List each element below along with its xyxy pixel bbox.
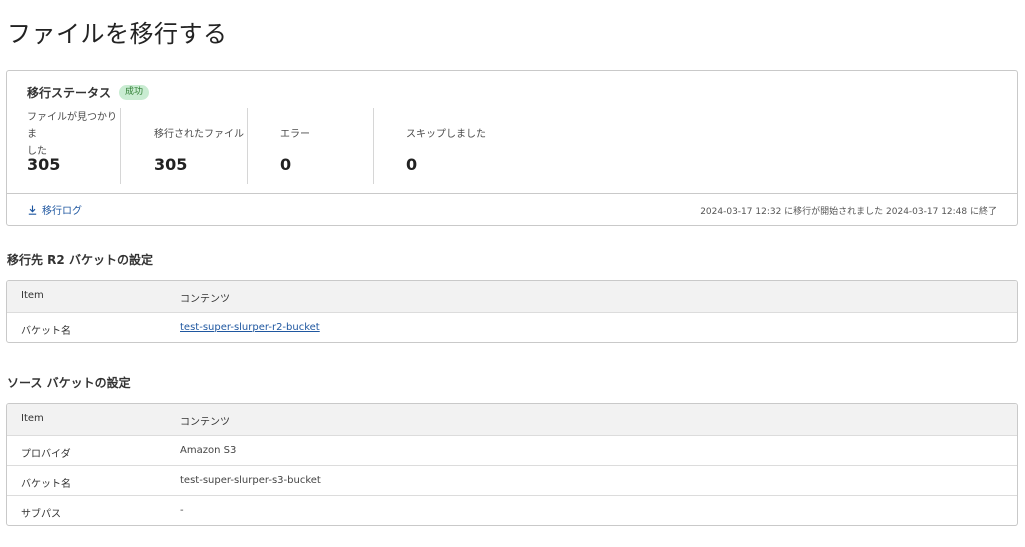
dest-bucket-link[interactable]: test-super-slurper-r2-bucket <box>180 322 320 333</box>
row-value: - <box>180 505 184 516</box>
stat-label: 移行されたファイル <box>154 129 244 140</box>
stat-skipped: スキップしました 0 <box>406 109 526 185</box>
column-header-item: Item <box>21 290 44 301</box>
table-row: バケット名 test-super-slurper-s3-bucket <box>7 465 1017 495</box>
stat-value: 0 <box>406 155 418 174</box>
stat-label: スキップしました <box>406 129 486 140</box>
status-header: 移行ステータス 成功 <box>27 84 150 101</box>
stat-errors: エラー 0 <box>280 109 370 185</box>
migration-log-label: 移行ログ <box>42 206 82 217</box>
dest-bucket-section-title: 移行先 R2 バケットの設定 <box>7 253 153 267</box>
column-header-content: コンテンツ <box>180 294 230 305</box>
row-key: サブパス <box>21 509 61 520</box>
table-row: バケット名 test-super-slurper-r2-bucket <box>7 312 1017 342</box>
migration-time-range: 2024-03-17 12:32 に移行が開始されました 2024-03-17 … <box>700 207 997 217</box>
stat-label-line1: ファイルが見つかりま <box>27 112 117 140</box>
dest-bucket-table: Item コンテンツ バケット名 test-super-slurper-r2-b… <box>6 280 1018 343</box>
download-icon <box>28 205 37 215</box>
migration-status-card: 移行ステータス 成功 ファイルが見つかりま した 305 移行されたファイル 3… <box>6 70 1018 226</box>
stat-label: ファイルが見つかりま した <box>27 109 125 160</box>
stat-label: エラー <box>280 129 310 140</box>
page-title: ファイルを移行する <box>7 20 228 48</box>
status-title: 移行ステータス <box>27 86 112 100</box>
stat-divider <box>120 108 121 184</box>
table-row: プロバイダ Amazon S3 <box>7 435 1017 465</box>
source-bucket-section-title: ソース バケットの設定 <box>7 376 131 390</box>
stat-value: 305 <box>27 155 61 174</box>
stat-divider <box>247 108 248 184</box>
column-header-content: コンテンツ <box>180 417 230 428</box>
row-key: バケット名 <box>21 326 71 337</box>
table-header-row: Item コンテンツ <box>7 404 1017 435</box>
stat-divider <box>373 108 374 184</box>
status-badge: 成功 <box>119 85 150 100</box>
stat-value: 0 <box>280 155 292 174</box>
migration-log-link[interactable]: 移行ログ <box>28 202 82 217</box>
source-bucket-table: Item コンテンツ プロバイダ Amazon S3 バケット名 test-su… <box>6 403 1018 526</box>
row-key: プロバイダ <box>21 449 71 460</box>
table-row: サブパス - <box>7 495 1017 525</box>
row-key: バケット名 <box>21 479 71 490</box>
row-value: test-super-slurper-s3-bucket <box>180 475 321 486</box>
stat-value: 305 <box>154 155 188 174</box>
stat-files-migrated: 移行されたファイル 305 <box>154 109 249 185</box>
row-value: Amazon S3 <box>180 445 237 456</box>
table-header-row: Item コンテンツ <box>7 281 1017 312</box>
stat-files-found: ファイルが見つかりま した 305 <box>27 109 125 185</box>
status-footer: 移行ログ 2024-03-17 12:32 に移行が開始されました 2024-0… <box>7 193 1017 226</box>
column-header-item: Item <box>21 413 44 424</box>
